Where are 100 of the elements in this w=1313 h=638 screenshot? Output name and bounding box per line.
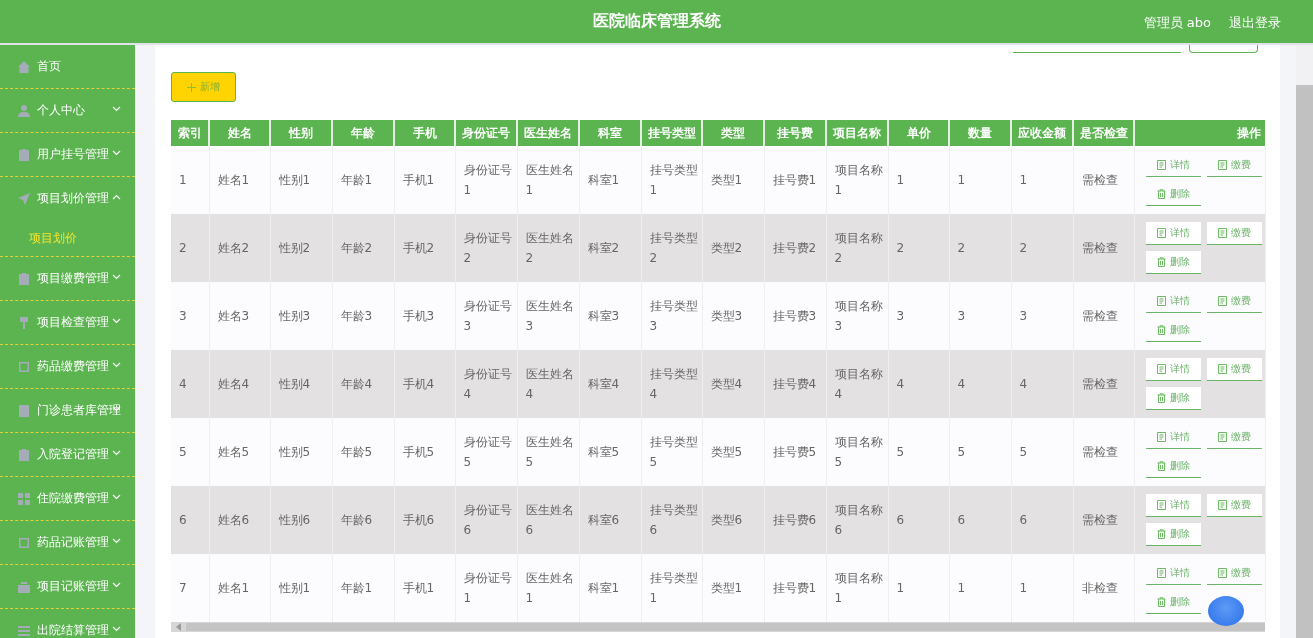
sidebar-item[interactable]: 项目记账管理 (0, 565, 135, 609)
detail-button[interactable]: 详情 (1145, 358, 1201, 381)
document-icon (1217, 160, 1227, 170)
detail-button[interactable]: 详情 (1145, 290, 1201, 313)
table-cell: 4 (949, 350, 1011, 418)
table-cell: 性别6 (270, 486, 332, 554)
horizontal-scrollbar[interactable] (171, 622, 1265, 632)
table-cell: 6 (949, 486, 1011, 554)
clipboard-icon (17, 403, 31, 418)
sidebar-item[interactable]: 药品记账管理 (0, 521, 135, 565)
document-icon (1217, 432, 1227, 442)
chevron-down-icon (112, 450, 121, 456)
submenu-item[interactable]: 项目划价 (0, 220, 135, 257)
sidebar-item[interactable]: 项目检查管理 (0, 301, 135, 345)
table-cell: 性别2 (270, 214, 332, 282)
delete-button[interactable]: 删除 (1145, 455, 1201, 478)
table-cell: 手机2 (394, 214, 455, 282)
list-icon (17, 623, 31, 638)
table-cell: 需检查 (1073, 214, 1134, 282)
table-cell: 项目名称4 (826, 350, 888, 418)
sidebar-item[interactable]: 入院登记管理 (0, 433, 135, 477)
detail-button[interactable]: 详情 (1145, 154, 1201, 177)
column-header: 项目名称 (826, 120, 888, 146)
user-label: 管理员 abo (1143, 14, 1211, 32)
document-icon (1217, 568, 1227, 578)
table-cell: 2 (888, 214, 949, 282)
table-cell: 医生姓名6 (517, 486, 579, 554)
logout-link[interactable]: 退出登录 (1229, 14, 1281, 32)
table-cell: 挂号类型6 (641, 486, 702, 554)
document-icon (1217, 500, 1227, 510)
table-cell: 医生姓名4 (517, 350, 579, 418)
detail-button[interactable]: 详情 (1145, 494, 1201, 517)
plus-icon (187, 82, 196, 92)
column-header: 身份证号 (455, 120, 517, 146)
table-cell: 身份证号6 (455, 486, 517, 554)
table-cell: 科室2 (579, 214, 641, 282)
pin-icon (17, 315, 31, 330)
table-cell: 项目名称6 (826, 486, 888, 554)
chevron-down-icon (112, 274, 121, 280)
document-icon (1156, 568, 1166, 578)
document-icon (1217, 364, 1227, 374)
table-cell: 4 (1011, 350, 1073, 418)
pay-button[interactable]: 缴费 (1206, 290, 1262, 313)
table-cell: 年龄6 (332, 486, 394, 554)
table-cell: 需检查 (1073, 350, 1134, 418)
sidebar-item[interactable]: 用户挂号管理 (0, 133, 135, 177)
table-cell: 手机4 (394, 350, 455, 418)
sidebar-item[interactable]: 项目划价管理 (0, 177, 135, 220)
clipboard-icon (17, 447, 31, 462)
sidebar-item[interactable]: 首页 (0, 45, 135, 89)
person-icon (17, 103, 31, 118)
pay-button[interactable]: 缴费 (1206, 562, 1262, 585)
clipboard-icon (17, 271, 31, 286)
detail-button[interactable]: 详情 (1145, 562, 1201, 585)
trash-icon (1156, 597, 1166, 607)
pay-button[interactable]: 缴费 (1206, 358, 1262, 381)
chevron-down-icon (112, 582, 121, 588)
sidebar-item[interactable]: 药品缴费管理 (0, 345, 135, 389)
table-cell: 类型4 (702, 350, 764, 418)
pay-button[interactable]: 缴费 (1206, 222, 1262, 245)
search-button[interactable] (1189, 45, 1258, 53)
sidebar-item[interactable]: 个人中心 (0, 89, 135, 133)
detail-button[interactable]: 详情 (1145, 426, 1201, 449)
sidebar-item[interactable]: 出院结算管理 (0, 609, 135, 638)
add-button[interactable]: 新增 (171, 72, 236, 102)
table-cell: 6 (1011, 486, 1073, 554)
table-cell: 年龄2 (332, 214, 394, 282)
delete-button[interactable]: 删除 (1145, 591, 1201, 614)
trash-icon (1156, 257, 1166, 267)
column-header: 挂号费 (764, 120, 826, 146)
document-icon (1156, 160, 1166, 170)
chevron-down-icon (112, 538, 121, 544)
trash-icon (1156, 189, 1166, 199)
document-icon (1156, 432, 1166, 442)
pay-button[interactable]: 缴费 (1206, 494, 1262, 517)
sidebar-item[interactable]: 项目缴费管理 (0, 257, 135, 301)
delete-button[interactable]: 删除 (1145, 183, 1201, 206)
document-icon (1156, 228, 1166, 238)
sidebar-item[interactable]: 住院缴费管理 (0, 477, 135, 521)
pay-button[interactable]: 缴费 (1206, 426, 1262, 449)
column-header: 科室 (579, 120, 641, 146)
chevron-down-icon (112, 150, 121, 156)
table-cell: 姓名4 (209, 350, 270, 418)
delete-button[interactable]: 删除 (1145, 387, 1201, 410)
table-cell: 类型6 (702, 486, 764, 554)
table-cell: 挂号类型4 (641, 350, 702, 418)
delete-button[interactable]: 删除 (1145, 523, 1201, 546)
scroll-left-icon[interactable] (176, 623, 182, 631)
detail-button[interactable]: 详情 (1145, 222, 1201, 245)
delete-button[interactable]: 删除 (1145, 319, 1201, 342)
send-icon (17, 191, 31, 206)
table-cell: 科室4 (579, 350, 641, 418)
trash-icon (1156, 529, 1166, 539)
grid-icon (17, 491, 31, 506)
column-header: 手机 (394, 120, 455, 146)
pay-button[interactable]: 缴费 (1206, 154, 1262, 177)
delete-button[interactable]: 删除 (1145, 251, 1201, 274)
column-header: 操作 (1134, 120, 1265, 146)
vertical-scrollbar[interactable] (1296, 45, 1313, 638)
table-cell: 年龄4 (332, 350, 394, 418)
